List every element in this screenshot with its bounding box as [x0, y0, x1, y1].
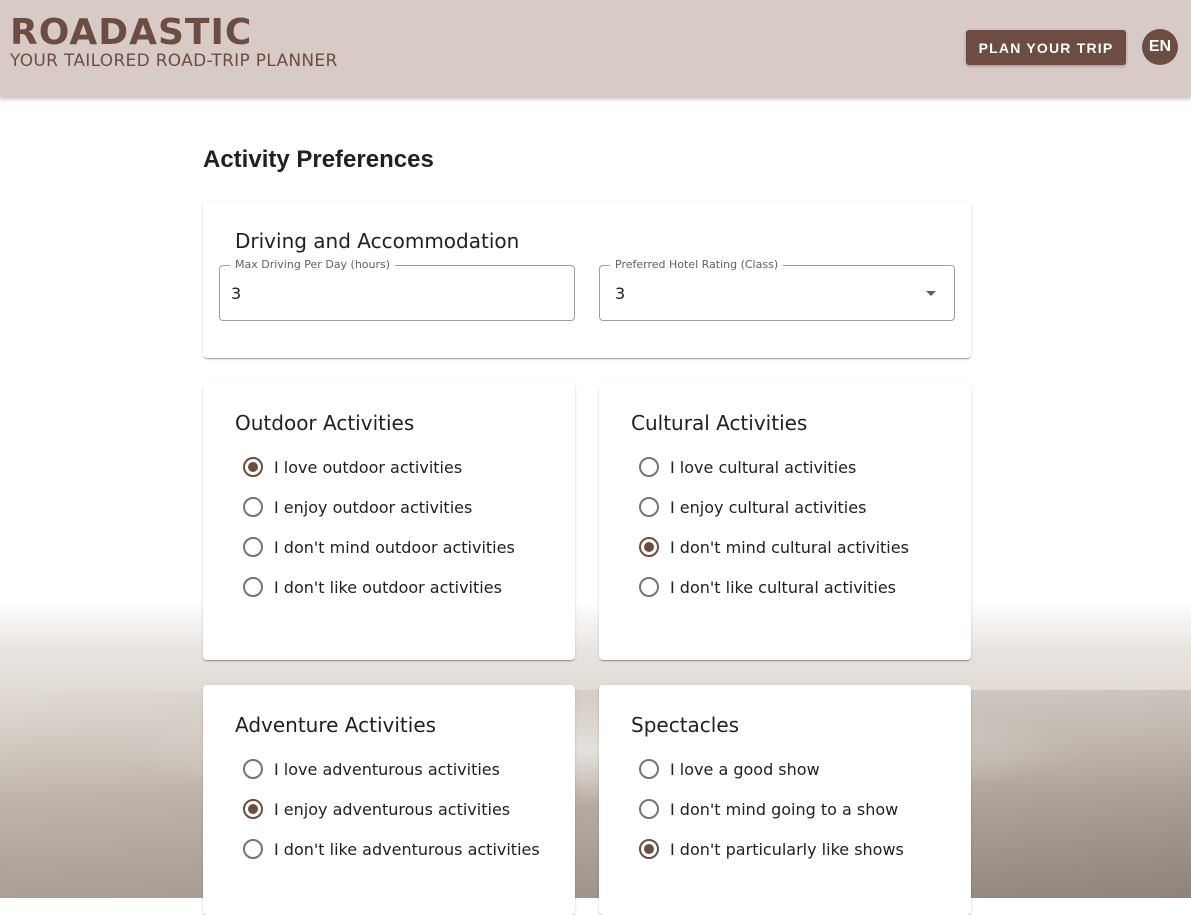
plan-your-trip-button[interactable]: PLAN YOUR TRIP: [966, 30, 1126, 65]
radio-label: I don't mind outdoor activities: [274, 537, 515, 557]
radio-button[interactable]: [639, 577, 659, 597]
radio-button[interactable]: [639, 457, 659, 477]
radio-button[interactable]: [243, 577, 263, 597]
radio-label: I love adventurous activities: [274, 759, 500, 779]
radio-label: I don't like outdoor activities: [274, 577, 502, 597]
page-title: Activity Preferences: [203, 146, 434, 173]
radio-option[interactable]: I enjoy outdoor activities: [243, 495, 472, 519]
radio-button[interactable]: [243, 457, 263, 477]
radio-label: I don't particularly like shows: [670, 839, 904, 859]
radio-option[interactable]: I don't like cultural activities: [639, 575, 896, 599]
card-title: Adventure Activities: [235, 713, 437, 737]
radio-option[interactable]: I enjoy cultural activities: [639, 495, 866, 519]
card-title: Outdoor Activities: [235, 411, 415, 435]
hotel-rating-value: 3: [615, 284, 626, 303]
radio-label: I love a good show: [670, 759, 820, 779]
radio-button[interactable]: [243, 537, 263, 557]
field-label: Preferred Hotel Rating (Class): [610, 258, 784, 271]
app-header: ROADASTIC YOUR TAILORED ROAD-TRIP PLANNE…: [0, 0, 1191, 97]
radio-option[interactable]: I don't mind cultural activities: [639, 535, 909, 559]
radio-label: I enjoy adventurous activities: [274, 799, 511, 819]
radio-label: I enjoy cultural activities: [670, 497, 867, 517]
radio-label: I don't mind cultural activities: [670, 537, 909, 557]
radio-option[interactable]: I don't particularly like shows: [639, 837, 904, 861]
card-title: Cultural Activities: [631, 411, 808, 435]
hotel-rating-select[interactable]: Preferred Hotel Rating (Class) 3: [599, 258, 955, 321]
radio-button[interactable]: [639, 799, 659, 819]
radio-option[interactable]: I love adventurous activities: [243, 757, 500, 781]
max-driving-input[interactable]: 3: [231, 284, 241, 303]
radio-option[interactable]: I love cultural activities: [639, 455, 856, 479]
card-title: Driving and Accommodation: [235, 229, 520, 253]
radio-button[interactable]: [243, 497, 263, 517]
driving-accommodation-card: Driving and Accommodation Max Driving Pe…: [203, 201, 971, 358]
brand-logo[interactable]: ROADASTIC: [10, 12, 252, 53]
road-background: [0, 690, 1191, 898]
radio-button[interactable]: [639, 839, 659, 859]
adventure-activities-card: Adventure Activities I love adventurous …: [203, 685, 575, 915]
spectacles-card: Spectacles I love a good show I don't mi…: [599, 685, 971, 915]
radio-label: I love outdoor activities: [274, 457, 463, 477]
field-label: Max Driving Per Day (hours): [230, 258, 396, 271]
radio-button[interactable]: [639, 759, 659, 779]
radio-label: I don't like adventurous activities: [274, 839, 540, 859]
outdoor-activities-card: Outdoor Activities I love outdoor activi…: [203, 383, 575, 660]
max-driving-field[interactable]: Max Driving Per Day (hours) 3: [219, 258, 575, 321]
radio-button[interactable]: [639, 537, 659, 557]
radio-option[interactable]: I don't like adventurous activities: [243, 837, 540, 861]
radio-button[interactable]: [639, 497, 659, 517]
language-selector[interactable]: EN: [1142, 29, 1178, 65]
radio-option[interactable]: I don't like outdoor activities: [243, 575, 502, 599]
radio-button[interactable]: [243, 799, 263, 819]
card-title: Spectacles: [631, 713, 740, 737]
radio-option[interactable]: I love a good show: [639, 757, 820, 781]
radio-option[interactable]: I enjoy adventurous activities: [243, 797, 510, 821]
radio-label: I don't like cultural activities: [670, 577, 897, 597]
radio-button[interactable]: [243, 839, 263, 859]
dropdown-arrow-icon[interactable]: [926, 291, 936, 296]
radio-option[interactable]: I don't mind outdoor activities: [243, 535, 515, 559]
brand-tagline: YOUR TAILORED ROAD-TRIP PLANNER: [10, 51, 338, 71]
radio-button[interactable]: [243, 759, 263, 779]
radio-label: I love cultural activities: [670, 457, 857, 477]
radio-label: I don't mind going to a show: [670, 799, 899, 819]
radio-label: I enjoy outdoor activities: [274, 497, 473, 517]
radio-option[interactable]: I love outdoor activities: [243, 455, 462, 479]
radio-option[interactable]: I don't mind going to a show: [639, 797, 898, 821]
cultural-activities-card: Cultural Activities I love cultural acti…: [599, 383, 971, 660]
